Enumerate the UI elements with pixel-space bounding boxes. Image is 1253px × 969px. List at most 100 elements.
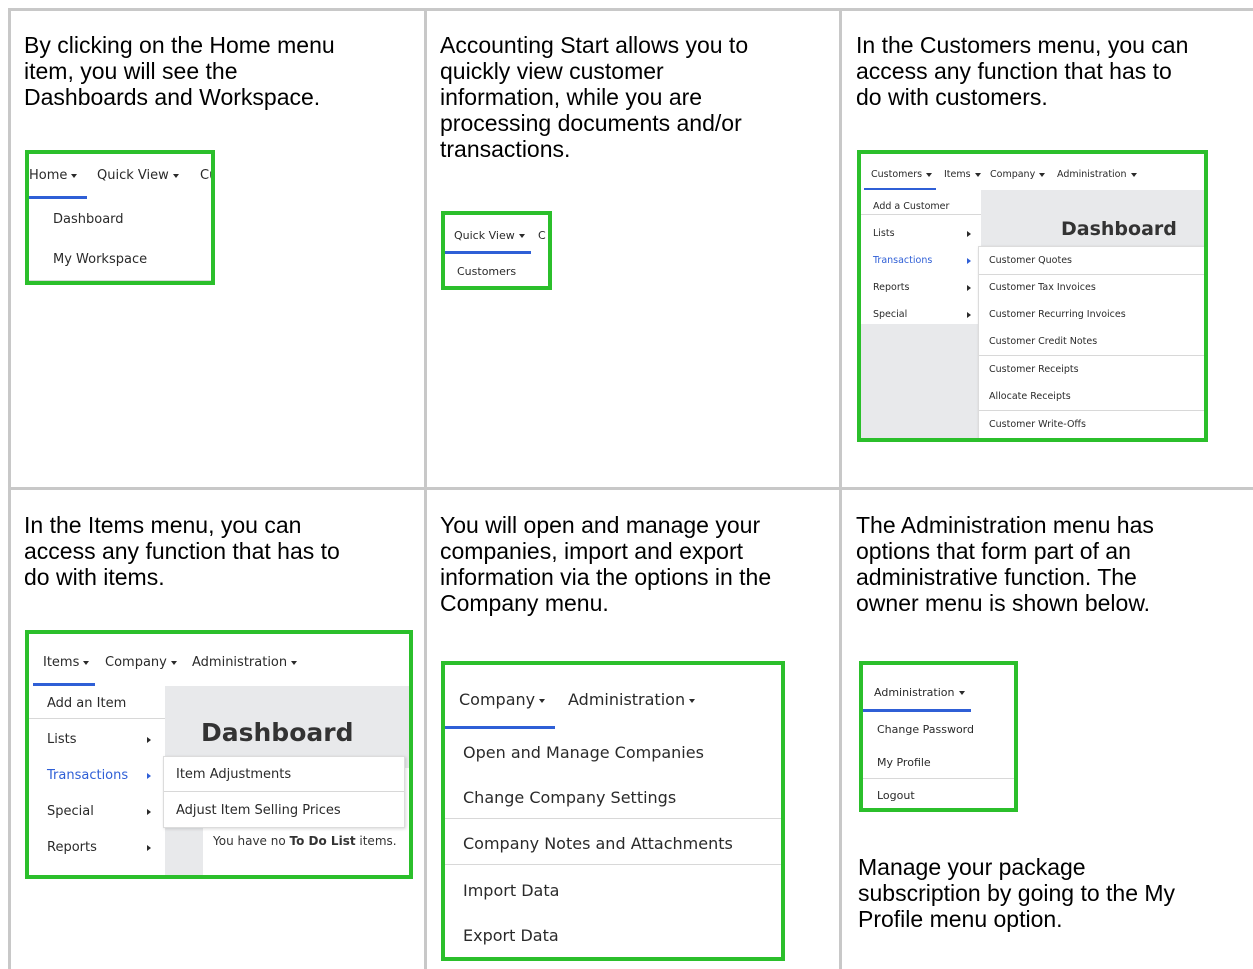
transactions-submenu: Customer Quotes Customer Tax Invoices Cu… [978, 246, 1204, 438]
nav-customers-partial[interactable]: C [538, 229, 546, 242]
nav-quick-view[interactable]: Quick View [97, 168, 179, 183]
items-description: In the Items menu, you can access any fu… [24, 512, 340, 590]
quickview-menu-screenshot: Quick View C Customers [441, 211, 552, 290]
admin-description: The Administration menu has options that… [856, 512, 1154, 616]
menu-divider [445, 818, 781, 819]
home-menu-screenshot: Home Quick View Cu Dashboard My Workspac… [25, 150, 215, 285]
menu-divider [861, 214, 981, 215]
menu-item-lists[interactable]: Lists [873, 228, 895, 239]
menu-item-special[interactable]: Special [873, 309, 907, 320]
caret-down-icon [170, 660, 177, 665]
nav-items[interactable]: Items [944, 169, 981, 180]
submenu-adjust-selling-prices[interactable]: Adjust Item Selling Prices [176, 803, 341, 818]
menu-item-lists[interactable]: Lists [47, 732, 77, 747]
submenu-item-adjustments[interactable]: Item Adjustments [176, 767, 291, 782]
company-menu-screenshot: Company Administration Open and Manage C… [441, 661, 785, 961]
home-description: By clicking on the Home menu item, you w… [24, 32, 335, 110]
quickview-description: Accounting Start allows you to quickly v… [440, 32, 749, 162]
menu-item-logout[interactable]: Logout [877, 789, 915, 802]
chevron-right-icon [967, 285, 971, 291]
menu-item-transactions[interactable]: Transactions [47, 768, 128, 783]
grid-line-h1 [8, 487, 1253, 490]
chevron-right-icon [147, 809, 151, 815]
caret-down-icon [71, 173, 78, 178]
nav-items[interactable]: Items [43, 655, 90, 670]
dashboard-title: Dashboard [201, 718, 354, 747]
nav-company[interactable]: Company [459, 690, 546, 709]
transactions-submenu: Item Adjustments Adjust Item Selling Pri… [163, 756, 405, 828]
menu-item-special[interactable]: Special [47, 804, 94, 819]
caret-down-icon [974, 172, 981, 177]
chevron-right-icon [967, 231, 971, 237]
todo-empty-message: You have no To Do List items. [213, 834, 397, 848]
menu-item-transactions[interactable]: Transactions [873, 255, 932, 266]
menu-item-customers[interactable]: Customers [457, 265, 516, 278]
admin-menu-screenshot: Administration Change Password My Profil… [859, 661, 1018, 812]
active-tab-underline [863, 709, 971, 712]
menu-item-reports[interactable]: Reports [873, 282, 909, 293]
menu-item-add-item[interactable]: Add an Item [47, 696, 126, 711]
submenu-customer-tax-invoices[interactable]: Customer Tax Invoices [989, 282, 1096, 293]
dashboard-title: Dashboard [1061, 218, 1177, 240]
nav-customers-partial[interactable]: Cu [200, 168, 211, 183]
submenu-allocate-receipts[interactable]: Allocate Receipts [989, 391, 1071, 402]
company-description: You will open and manage your companies,… [440, 512, 772, 616]
admin-footer-note: Manage your package subscription by goin… [858, 854, 1176, 932]
nav-administration[interactable]: Administration [874, 686, 965, 699]
menu-divider [29, 718, 165, 719]
chevron-right-icon [967, 258, 971, 264]
menu-item-add-customer[interactable]: Add a Customer [873, 201, 949, 212]
menu-item-reports[interactable]: Reports [47, 840, 97, 855]
page-background [861, 324, 981, 438]
active-tab-underline [33, 683, 95, 686]
active-tab-underline [445, 726, 555, 729]
caret-down-icon [958, 691, 965, 695]
nav-administration[interactable]: Administration [568, 690, 696, 709]
menu-item-my-profile[interactable]: My Profile [877, 756, 931, 769]
submenu-customer-recurring-invoices[interactable]: Customer Recurring Invoices [989, 309, 1126, 320]
customers-menu-screenshot: Customers Items Company Administration D… [857, 150, 1208, 442]
menu-item-open-manage-companies[interactable]: Open and Manage Companies [463, 743, 704, 762]
menu-item-change-password[interactable]: Change Password [877, 723, 974, 736]
nav-company[interactable]: Company [105, 655, 177, 670]
nav-quick-view[interactable]: Quick View [454, 229, 525, 242]
items-menu-screenshot: Items Company Administration Dashboard A… [25, 630, 413, 879]
nav-administration[interactable]: Administration [192, 655, 298, 670]
caret-down-icon [539, 698, 546, 703]
caret-down-icon [1130, 172, 1137, 177]
caret-down-icon [689, 698, 696, 703]
nav-customers[interactable]: Customers [871, 169, 933, 180]
nav-home[interactable]: Home [29, 168, 78, 183]
active-tab-underline [29, 196, 87, 199]
caret-down-icon [518, 234, 525, 238]
submenu-customer-receipts[interactable]: Customer Receipts [989, 364, 1079, 375]
menu-divider [164, 791, 404, 792]
menu-divider [979, 274, 1204, 275]
grid-line-top [8, 8, 1253, 11]
nav-company[interactable]: Company [990, 169, 1046, 180]
menu-item-import-data[interactable]: Import Data [463, 881, 559, 900]
menu-item-my-workspace[interactable]: My Workspace [53, 252, 147, 267]
caret-down-icon [83, 660, 90, 665]
customers-description: In the Customers menu, you can access an… [856, 32, 1189, 110]
chevron-right-icon [967, 312, 971, 318]
chevron-right-icon [147, 773, 151, 779]
caret-down-icon [926, 172, 933, 177]
chevron-right-icon [147, 737, 151, 743]
caret-down-icon [172, 173, 179, 178]
menu-item-change-company-settings[interactable]: Change Company Settings [463, 788, 676, 807]
menu-divider [863, 778, 1014, 779]
submenu-customer-write-offs[interactable]: Customer Write-Offs [989, 419, 1086, 430]
menu-divider [29, 280, 211, 281]
menu-divider [445, 864, 781, 865]
caret-down-icon [1039, 172, 1046, 177]
menu-item-export-data[interactable]: Export Data [463, 926, 559, 945]
chevron-right-icon [147, 845, 151, 851]
submenu-customer-credit-notes[interactable]: Customer Credit Notes [989, 336, 1097, 347]
nav-administration[interactable]: Administration [1057, 169, 1137, 180]
submenu-customer-quotes[interactable]: Customer Quotes [989, 255, 1072, 266]
menu-divider [979, 355, 1204, 356]
menu-item-dashboard[interactable]: Dashboard [53, 212, 124, 227]
active-tab-underline [445, 251, 531, 254]
menu-item-company-notes[interactable]: Company Notes and Attachments [463, 834, 733, 853]
